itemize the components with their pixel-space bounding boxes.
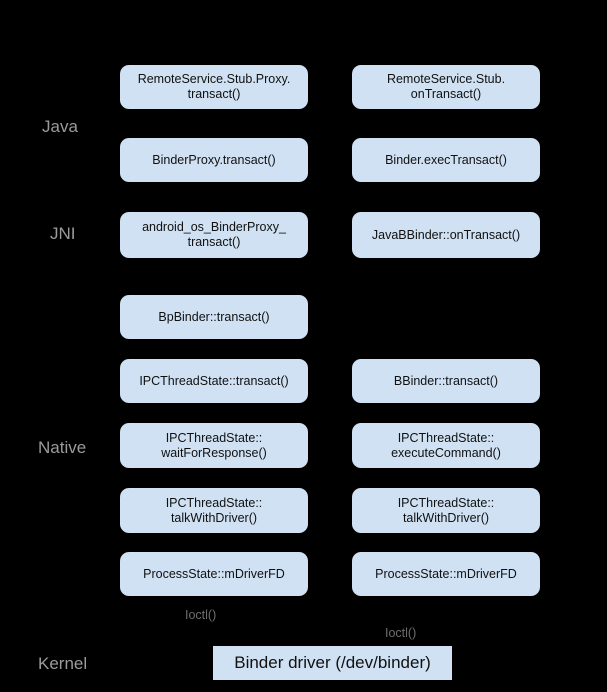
node-line-1: android_os_BinderProxy_ — [142, 220, 286, 234]
service-node-remoteservice-stub-ontransact[interactable]: RemoteService.Stub. onTransact() — [352, 65, 540, 109]
client-node-bpbinder-transact[interactable]: BpBinder::transact() — [120, 295, 308, 339]
layer-label-kernel: Kernel — [38, 654, 88, 673]
node-line-1: BpBinder::transact() — [158, 309, 270, 324]
client-ioctl-label: Ioctl() — [185, 608, 217, 622]
node-line-2: transact() — [187, 87, 241, 101]
layer-label-jni: JNI — [50, 224, 76, 243]
service-node-javabbinder-ontransact[interactable]: JavaBBinder::onTransact() — [352, 212, 540, 258]
node-line-1: IPCThreadState:: — [165, 495, 263, 510]
layer-label-native: Native — [38, 438, 87, 457]
client-node-remoteservice-stub-proxy-transact[interactable]: RemoteService.Stub.Proxy. transact() — [120, 65, 308, 109]
client-node-ipcthreadstate-talkwithdriver[interactable]: IPCThreadState:: talkWithDriver() — [120, 488, 308, 533]
node-line-1: BinderProxy.transact() — [152, 152, 276, 167]
binder-ipc-diagram: Java JNI Native Kernel RemoteService.Stu… — [0, 0, 607, 692]
node-line-1: IPCThreadState::transact() — [139, 373, 289, 388]
service-node-ipcthreadstate-executecommand[interactable]: IPCThreadState:: executeCommand() — [352, 423, 540, 468]
node-line-1: IPCThreadState:: — [397, 430, 495, 445]
node-line-2: executeCommand() — [391, 445, 501, 460]
node-line-1: JavaBBinder::onTransact() — [371, 227, 521, 242]
node-line-2: onTransact() — [410, 87, 482, 101]
service-ioctl-label: Ioctl() — [385, 626, 417, 640]
node-line-1: RemoteService.Stub.Proxy. — [137, 72, 291, 86]
node-line-1: ProcessState::mDriverFD — [143, 566, 285, 581]
binder-driver-label: Binder driver (/dev/binder) — [234, 653, 431, 672]
client-node-binderproxy-transact[interactable]: BinderProxy.transact() — [120, 138, 308, 182]
service-node-binder-exectransact[interactable]: Binder.execTransact() — [352, 138, 540, 182]
node-line-1: RemoteService.Stub. — [386, 72, 506, 86]
node-line-1: Binder.execTransact() — [385, 152, 507, 167]
node-line-2: talkWithDriver() — [170, 510, 258, 525]
service-node-processstate-mdriverfd[interactable]: ProcessState::mDriverFD — [352, 552, 540, 596]
service-node-bbinder-transact[interactable]: BBinder::transact() — [352, 359, 540, 403]
client-node-ipcthreadstate-transact[interactable]: IPCThreadState::transact() — [120, 359, 308, 403]
node-line-2: talkWithDriver() — [402, 510, 490, 525]
binder-driver-box[interactable]: Binder driver (/dev/binder) — [213, 646, 452, 680]
client-node-android-os-binderproxy-transact[interactable]: android_os_BinderProxy_ transact() — [120, 212, 308, 258]
node-line-1: ProcessState::mDriverFD — [375, 566, 517, 581]
client-node-ipcthreadstate-waitforresponse[interactable]: IPCThreadState:: waitForResponse() — [120, 423, 308, 468]
layer-label-java: Java — [42, 117, 78, 136]
node-line-1: IPCThreadState:: — [165, 430, 263, 445]
client-node-processstate-mdriverfd[interactable]: ProcessState::mDriverFD — [120, 552, 308, 596]
node-line-1: IPCThreadState:: — [397, 495, 495, 510]
node-line-1: BBinder::transact() — [393, 373, 499, 388]
node-line-2: waitForResponse() — [161, 445, 267, 460]
node-line-2: transact() — [187, 235, 241, 249]
service-node-ipcthreadstate-talkwithdriver[interactable]: IPCThreadState:: talkWithDriver() — [352, 488, 540, 533]
